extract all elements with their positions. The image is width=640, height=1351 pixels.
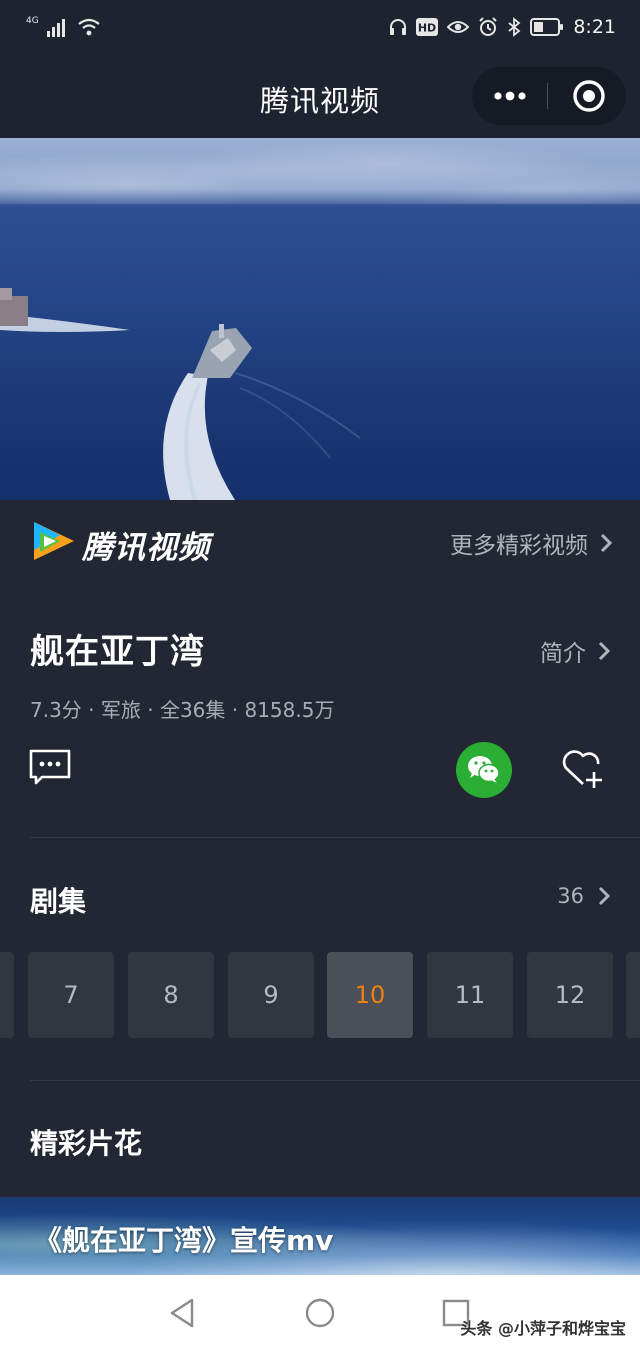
wechat-share-button[interactable]	[456, 742, 512, 798]
status-left: 4G	[26, 14, 101, 40]
status-right: HD 8:21	[389, 14, 616, 40]
mini-program-close-icon[interactable]	[572, 79, 606, 113]
comment-icon[interactable]	[28, 748, 72, 786]
intro-link[interactable]: 简介	[540, 634, 610, 668]
heart-add-icon[interactable]	[560, 746, 606, 790]
more-videos-link[interactable]: 更多精彩视频	[450, 526, 612, 560]
eye-icon	[447, 21, 470, 33]
back-icon[interactable]	[166, 1297, 198, 1329]
episode-tile[interactable]: 12	[527, 952, 613, 1038]
capsule-divider	[547, 83, 548, 109]
episodes-title: 剧集	[30, 885, 87, 918]
signal-icon	[46, 19, 65, 37]
status-bar: 4G HD 8:21	[0, 0, 640, 52]
episode-tile[interactable]: 8	[128, 952, 214, 1038]
clock: 8:21	[573, 16, 616, 38]
chevron-right-icon	[598, 641, 610, 661]
more-videos-label: 更多精彩视频	[450, 533, 588, 559]
video-player[interactable]	[0, 138, 640, 500]
episode-tile[interactable]: 9	[228, 952, 314, 1038]
wechat-icon	[468, 756, 500, 783]
episode-count-link[interactable]: 36	[557, 884, 610, 908]
episode-tile-partial[interactable]	[626, 952, 640, 1038]
hd-icon: HD	[416, 18, 439, 36]
banner-title: 《舰在亚丁湾》宣传mv	[34, 1224, 334, 1257]
alarm-icon	[479, 17, 498, 36]
episode-tile[interactable]: 7	[28, 952, 114, 1038]
more-dots-icon[interactable]	[492, 81, 528, 111]
episode-total: 36	[557, 884, 584, 908]
divider	[30, 1080, 640, 1081]
watermark: 头条 @小萍子和烨宝宝	[460, 1319, 626, 1338]
highlights-title: 精彩片花	[30, 1127, 143, 1160]
video-detail-panel: 腾讯视频 更多精彩视频 舰在亚丁湾 简介 7.3分 · 军旅 · 全36集 · …	[0, 500, 640, 1275]
network-type: 4G	[26, 16, 39, 26]
show-meta: 7.3分 · 军旅 · 全36集 · 8158.5万	[30, 698, 335, 722]
brand-name: 腾讯视频	[82, 530, 210, 566]
highlight-banner[interactable]: 《舰在亚丁湾》宣传mv	[0, 1197, 640, 1275]
mini-program-capsule	[472, 67, 626, 125]
intro-label: 简介	[540, 641, 586, 667]
battery-icon	[530, 18, 564, 36]
home-icon[interactable]	[304, 1297, 336, 1329]
tencent-video-logo-icon	[34, 522, 74, 560]
headset-icon	[390, 19, 407, 35]
bluetooth-icon	[508, 17, 521, 37]
episode-tile[interactable]: 11	[427, 952, 513, 1038]
episode-list: 7 8 9 10 11 12	[0, 952, 640, 1038]
brand-row: 腾讯视频 更多精彩视频	[0, 500, 640, 584]
chevron-right-icon	[600, 533, 612, 553]
chevron-right-icon	[598, 886, 610, 906]
divider	[30, 837, 640, 838]
system-nav-bar: 头条 @小萍子和烨宝宝	[0, 1275, 640, 1351]
show-title: 舰在亚丁湾	[30, 632, 205, 672]
episode-tile-active[interactable]: 10	[327, 952, 413, 1038]
episode-tile-partial[interactable]	[0, 952, 14, 1038]
svg-text:HD: HD	[418, 22, 436, 35]
nav-bar: 腾讯视频	[0, 52, 640, 138]
ship-scene	[0, 288, 361, 500]
wifi-icon	[78, 18, 100, 36]
